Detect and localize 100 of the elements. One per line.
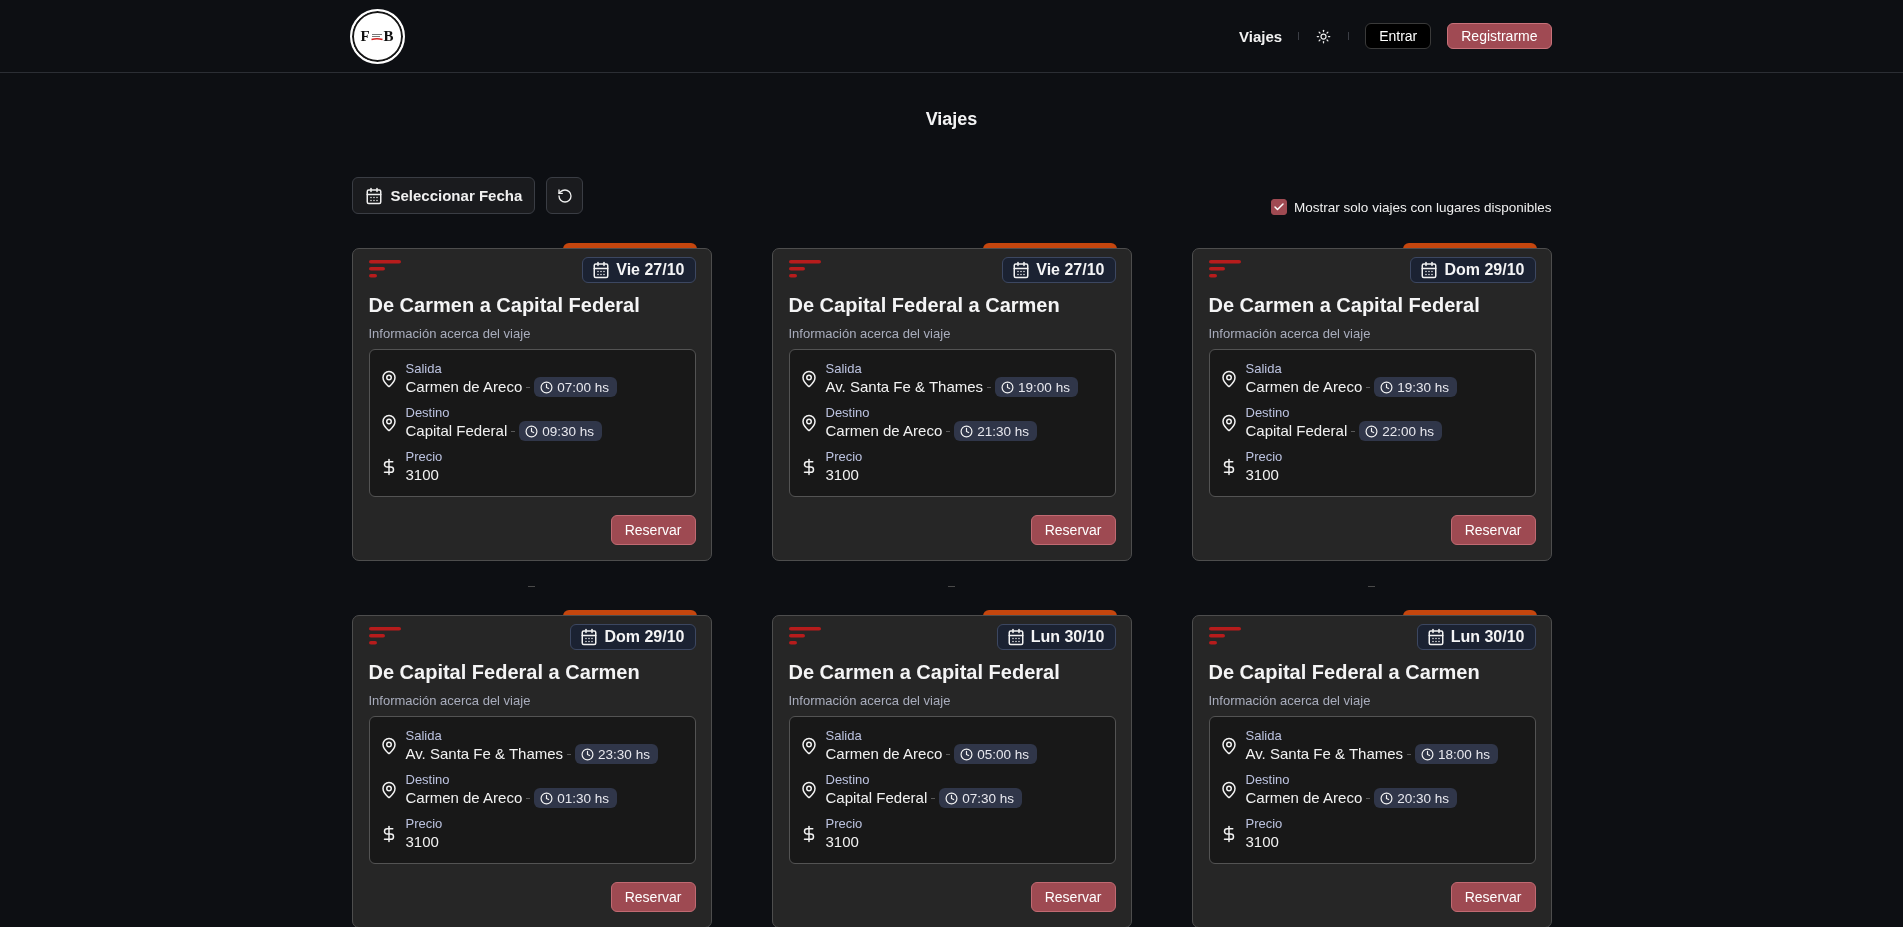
bars-icon [1208,627,1241,645]
detail-value: Av. Santa Fe & Thames [825,377,984,397]
detail-label: Salida [405,361,443,377]
clock-icon [1380,791,1394,805]
clock-icon [1380,380,1394,394]
detail-value: Carmen de Areco [1245,377,1363,397]
pin-icon [799,737,818,755]
bars-icon [368,627,401,645]
detail-label: Salida [1245,728,1283,744]
date-label: Lun 30/10 [1450,628,1525,646]
calendar-icon [1012,261,1031,279]
pin-icon [379,737,398,755]
time-text: 01:30 hs [557,790,610,806]
bars-icon [788,627,821,645]
detail-label: Precio [1245,449,1283,465]
time-text: 21:30 hs [977,423,1030,439]
bars-icon [368,260,401,278]
time-text: 23:30 hs [598,746,650,762]
pin-icon [379,414,398,432]
pin-icon [799,781,818,799]
detail-value: Carmen de Areco [405,377,523,397]
detail-label: Destino [405,772,451,788]
detail-value: Carmen de Areco [825,744,943,764]
detail-value: Carmen de Areco [825,421,943,441]
pin-icon [1219,414,1238,432]
checkbox[interactable] [1271,199,1288,215]
reserve-button[interactable]: Reservar [610,882,696,912]
detail-label: Salida [1245,361,1283,377]
time-text: 09:30 hs [542,423,594,439]
login-button[interactable]: Entrar [1365,23,1432,49]
logo-letter: F [360,29,370,44]
trip-subtitle: Información acerca del viaje [788,693,952,709]
nav-link[interactable]: Viajes [1239,27,1283,45]
date-label: Vie 27/10 [1036,261,1105,279]
detail-value: Capital Federal [1245,421,1348,441]
trip-title: De Carmen a Capital Federal [788,660,1061,685]
calendar-icon [580,628,599,646]
clock-icon [1365,424,1379,438]
reserve-button[interactable]: Reservar [1450,882,1536,912]
trip-title: De Capital Federal a Carmen [788,293,1061,318]
calendar-icon [364,186,383,205]
detail-value: 3100 [1245,465,1279,485]
pin-icon [799,414,818,432]
date-picker-button[interactable]: Seleccionar Fecha [351,177,536,214]
bars-icon [1208,260,1241,278]
detail-label: Precio [825,449,863,465]
detail-value: Capital Federal [405,421,508,441]
trip-subtitle: Información acerca del viaje [1208,326,1372,342]
pin-icon [379,781,398,799]
time-text: 05:00 hs [977,746,1030,762]
time-text: 22:00 hs [1382,423,1434,439]
trip-subtitle: Información acerca del viaje [368,693,532,709]
trip-subtitle: Información acerca del viaje [1208,693,1372,709]
reserve-button[interactable]: Reservar [610,515,696,545]
clock-icon [1421,747,1435,761]
trip-title: De Capital Federal a Carmen [368,660,641,685]
date-label: Lun 30/10 [1030,628,1105,646]
pin-icon [1219,737,1238,755]
detail-value: 3100 [1245,832,1279,852]
detail-label: Precio [825,816,863,832]
detail-value: Carmen de Areco [405,788,523,808]
trip-title: De Carmen a Capital Federal [368,293,641,318]
detail-label: Destino [1245,405,1291,421]
clock-icon [1001,380,1015,394]
clock-icon [581,747,595,761]
reserve-button[interactable]: Reservar [1450,515,1536,545]
time-text: 19:00 hs [1018,379,1070,395]
reset-button[interactable] [546,177,584,214]
check-icon [1273,201,1286,213]
swash-icon [370,32,383,41]
detail-label: Destino [405,405,451,421]
logo[interactable]: F B [349,9,405,64]
signup-button[interactable]: Registrarme [1447,23,1552,49]
date-label: Vie 27/10 [616,261,685,279]
theme-toggle-button[interactable] [1315,27,1333,45]
pin-icon [1219,781,1238,799]
time-text: 07:30 hs [962,790,1014,806]
refresh-icon [556,187,573,204]
calendar-icon [592,261,611,279]
pin-icon [379,370,398,388]
time-text: 07:00 hs [557,379,610,395]
checkbox-label: Mostrar solo viajes con lugares disponibles [1294,199,1552,215]
detail-value: 3100 [825,832,859,852]
trip-title: De Capital Federal a Carmen [1208,660,1481,685]
detail-value: 3100 [405,465,439,485]
trip-subtitle: Información acerca del viaje [368,326,532,342]
detail-label: Salida [825,728,863,744]
clock-icon [540,380,554,394]
clock-icon [960,424,974,438]
detail-label: Precio [405,816,443,832]
clock-icon [945,791,959,805]
detail-label: Salida [405,728,443,744]
reserve-button[interactable]: Reservar [1030,882,1116,912]
clock-icon [960,747,974,761]
trip-title: De Carmen a Capital Federal [1208,293,1481,318]
calendar-icon [1420,261,1439,279]
trip-subtitle: Información acerca del viaje [788,326,952,342]
detail-value: Av. Santa Fe & Thames [405,744,564,764]
detail-value: 3100 [405,832,439,852]
reserve-button[interactable]: Reservar [1030,515,1116,545]
